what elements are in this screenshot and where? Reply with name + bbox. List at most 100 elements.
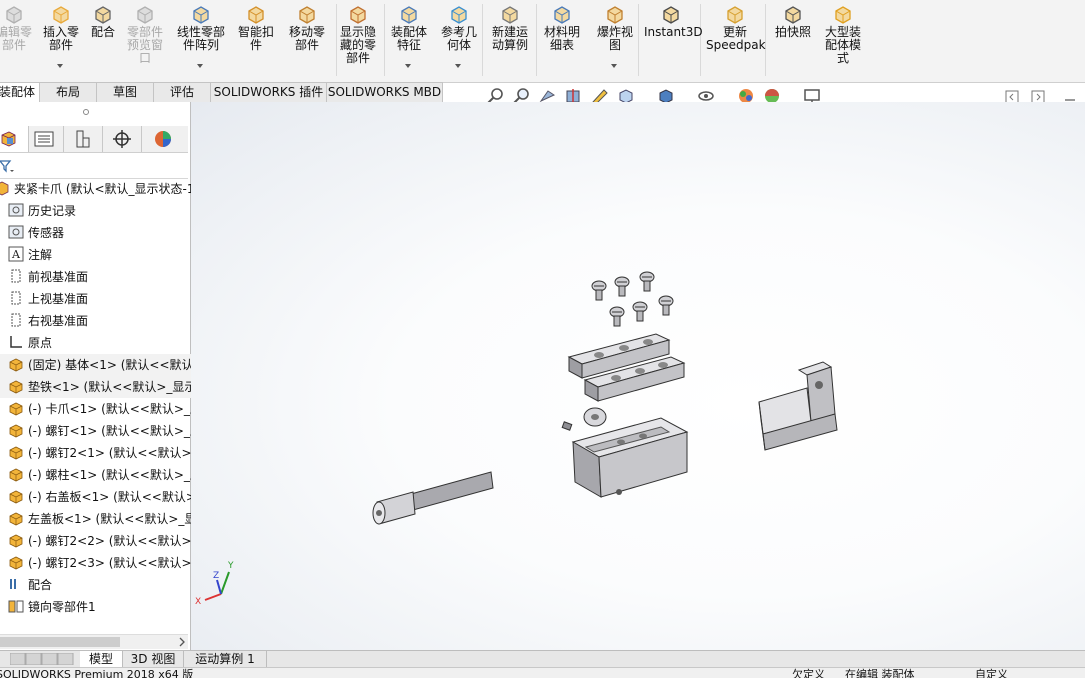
edit-component-button: 编辑零 部件 [0, 4, 36, 52]
graphics-area[interactable]: Y X Z [191, 102, 1085, 650]
dropdown-arrow-icon[interactable] [197, 64, 203, 68]
screw-part-3[interactable] [639, 271, 655, 292]
part-icon [9, 424, 23, 438]
display-manager-tab[interactable] [142, 126, 180, 152]
snapshot-button[interactable]: 拍快照 [770, 4, 816, 39]
tree-item-label: 左盖板<1> (默认<<默认>_显示 [28, 512, 197, 526]
tree-item[interactable]: 原点 [0, 332, 197, 354]
tree-item[interactable]: 上视基准面 [0, 288, 197, 310]
part-icon [9, 446, 23, 460]
panel-horizontal-scrollbar[interactable] [0, 634, 188, 649]
bottom-tab-bar: 模型 3D 视图 运动算例 1 [0, 650, 1085, 668]
exploded-assembly-scene: Y X Z [195, 271, 838, 607]
tree-item[interactable]: 右视基准面 [0, 310, 197, 332]
part-icon [9, 556, 23, 570]
tab-3d-view[interactable]: 3D 视图 [123, 651, 184, 667]
instant3d-button[interactable]: Instant3D [644, 4, 703, 39]
screw-part-1[interactable] [591, 280, 607, 301]
tree-item[interactable]: (-) 螺钉2<2> (默认<<默认>_显 [0, 530, 197, 552]
screw-part-5[interactable] [632, 301, 648, 322]
speedpak-button[interactable]: 更新 Speedpak [706, 4, 766, 52]
ribbon-button-label: 配合 [90, 25, 115, 39]
scrollbar-thumb[interactable] [0, 637, 120, 647]
configuration-manager-tab[interactable] [64, 126, 103, 152]
ribbon-separator [638, 4, 639, 76]
tab-sketch[interactable]: 草图 [96, 82, 154, 102]
tree-root-assembly[interactable]: 夹紧卡爪 (默认<默认_显示状态-1 [0, 178, 197, 200]
tab-model[interactable]: 模型 [80, 651, 123, 667]
tree-item[interactable]: 左盖板<1> (默认<<默认>_显示 [0, 508, 197, 530]
part-icon [9, 468, 23, 482]
filter-icon[interactable] [0, 157, 16, 173]
ribbon-button-label: 智能扣 件 [237, 25, 274, 52]
assembly-features-button[interactable]: 装配体 特征 [386, 4, 432, 68]
reference-geometry-button[interactable]: 参考几 何体 [436, 4, 482, 68]
screw-part-2[interactable] [614, 276, 630, 297]
property-manager-tab[interactable] [25, 126, 64, 152]
exploded-view-button[interactable]: 爆炸视 图 [592, 4, 638, 68]
large-assembly-button[interactable]: 大型装 配体模 式 [820, 4, 866, 65]
status-bar: SOLIDWORKS Premium 2018 x64 版 欠定义 在编辑 装配… [0, 667, 1085, 678]
bom-button[interactable]: 材料明 细表 [539, 4, 585, 52]
tree-item[interactable]: 垫铁<1> (默认<<默认>_显示 [0, 376, 197, 398]
speedpak-icon [727, 6, 743, 24]
tree-item[interactable]: 配合 [0, 574, 197, 596]
tree-item[interactable]: (-) 螺钉<1> (默认<<默认>_显 [0, 420, 197, 442]
tree-item[interactable]: (-) 螺钉2<1> (默认<<默认>_显 [0, 442, 197, 464]
jaw-part[interactable] [758, 361, 838, 451]
dropdown-arrow-icon[interactable] [57, 64, 63, 68]
motion-study-button[interactable]: 新建运 动算例 [487, 4, 533, 52]
tab-assembly[interactable]: 装配体 [0, 82, 40, 103]
linear-pattern-button[interactable]: 线性零部 件阵列 [172, 4, 230, 68]
plane-icon [11, 313, 21, 327]
tab-solidworks-addins[interactable]: SOLIDWORKS 插件 [210, 82, 327, 102]
smart-fasteners-button[interactable]: 智能扣 件 [234, 4, 278, 52]
scroll-right-arrow-icon[interactable] [177, 636, 187, 648]
tree-item[interactable]: 镜向零部件1 [0, 596, 197, 618]
linear-pattern-icon [193, 6, 209, 24]
move-component-button[interactable]: 移动零 部件 [284, 4, 330, 52]
plane-icon [11, 269, 21, 283]
ribbon-separator [384, 4, 385, 76]
dimxpert-manager-tab[interactable] [103, 126, 142, 152]
tab-solidworks-mbd[interactable]: SOLIDWORKS MBD [326, 82, 443, 102]
tree-item[interactable]: (-) 卡爪<1> (默认<<默认>_显 [0, 398, 197, 420]
mate-button[interactable]: 配合 [88, 4, 118, 39]
mates-folder-icon [10, 579, 16, 589]
svg-text:A: A [11, 248, 21, 261]
screw-part-6[interactable] [658, 295, 674, 316]
reference-geometry-icon [451, 6, 467, 24]
ribbon-button-label: 参考几 何体 [440, 25, 477, 52]
tree-item[interactable]: 传感器 [0, 222, 197, 244]
screw-part-4[interactable] [609, 306, 625, 327]
tab-motion-study-1[interactable]: 运动算例 1 [184, 651, 267, 667]
part-icon [9, 534, 23, 548]
dropdown-arrow-icon[interactable] [405, 64, 411, 68]
dropdown-arrow-icon[interactable] [611, 64, 617, 68]
panel-splitter-handle[interactable] [82, 108, 90, 116]
tab-scroll-arrows-icon[interactable] [10, 653, 76, 665]
tree-item[interactable]: (-) 螺柱<1> (默认<<默认>_显 [0, 464, 197, 486]
base-body-part[interactable] [571, 417, 689, 498]
tree-item[interactable]: (-) 螺钉2<3> (默认<<默认>_显 [0, 552, 197, 574]
tree-item-label: (-) 螺钉<1> (默认<<默认>_显 [28, 424, 197, 438]
filter-bar [0, 152, 188, 179]
motion-study-icon [502, 6, 518, 24]
tab-evaluate[interactable]: 评估 [153, 82, 211, 102]
insert-component-button[interactable]: 插入零 部件 [38, 4, 84, 68]
tree-item[interactable]: (-) 右盖板<1> (默认<<默认>_ [0, 486, 197, 508]
spacer-part[interactable] [561, 407, 607, 431]
tree-item-label: (-) 螺钉2<2> (默认<<默认>_显 [28, 534, 197, 548]
edit-component-icon [6, 6, 22, 24]
tree-item-label: 注解 [28, 248, 53, 262]
dropdown-arrow-icon[interactable] [455, 64, 461, 68]
show-hidden-button[interactable]: 显示隐 藏的零 部件 [336, 4, 380, 65]
stud-part[interactable] [372, 471, 494, 525]
tree-item[interactable]: (固定) 基体<1> (默认<<默认 [0, 354, 197, 376]
tree-item[interactable]: 历史记录 [0, 200, 197, 222]
tab-layout[interactable]: 布局 [39, 82, 97, 102]
component-preview-button: 零部件 预览窗 口 [123, 4, 167, 65]
tree-item[interactable]: 前视基准面 [0, 266, 197, 288]
tree-item[interactable]: A 注解 [0, 244, 197, 266]
tree-item-label: (-) 卡爪<1> (默认<<默认>_显 [28, 402, 197, 416]
